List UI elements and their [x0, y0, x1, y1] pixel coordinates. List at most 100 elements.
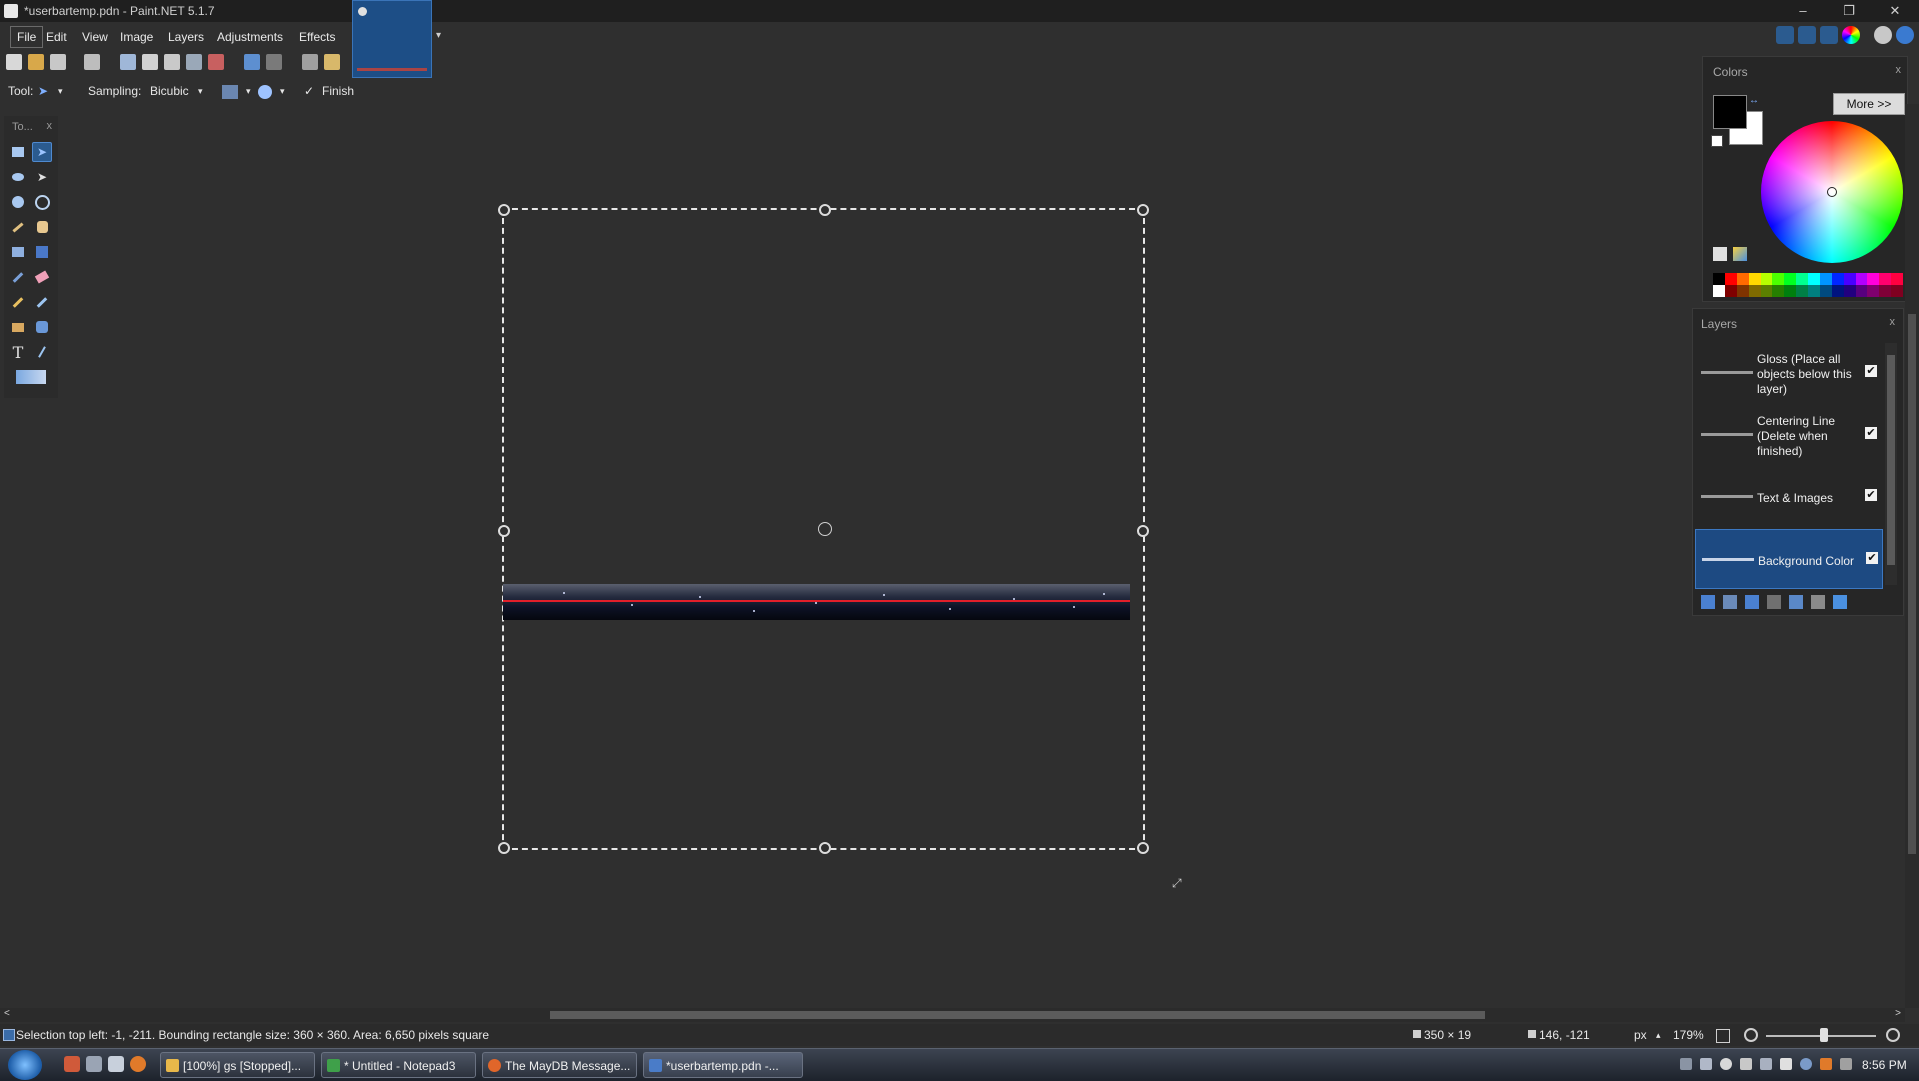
palette-menu-icon[interactable]	[1733, 247, 1747, 261]
palette-swatch[interactable]	[1713, 273, 1725, 285]
taskbar-button-gs[interactable]: [100%] gs [Stopped]...	[160, 1052, 315, 1078]
resize-handle-top-right[interactable]	[1137, 204, 1149, 216]
layer-row-background-color[interactable]: Background Color ✔	[1695, 529, 1883, 589]
minimize-button[interactable]: –	[1780, 0, 1826, 22]
resize-handle-left[interactable]	[498, 525, 510, 537]
ellipse-select-tool[interactable]	[8, 192, 28, 212]
zoom-to-window-icon[interactable]	[1716, 1029, 1730, 1043]
horizontal-scrollbar[interactable]: < >	[0, 1008, 1905, 1022]
shapes-tool[interactable]	[14, 367, 48, 387]
help-icon[interactable]	[1896, 26, 1914, 44]
palette-swatch[interactable]	[1831, 273, 1844, 285]
palette-swatch[interactable]	[1808, 273, 1820, 285]
layer-properties-icon[interactable]	[1833, 595, 1847, 609]
quicklaunch-icon-2[interactable]	[86, 1056, 102, 1072]
resize-handle-bottom[interactable]	[819, 842, 831, 854]
menu-adjustments[interactable]: Adjustments	[215, 26, 285, 48]
tray-icon-8[interactable]	[1820, 1058, 1832, 1070]
units-select[interactable]: px	[1634, 1028, 1647, 1042]
paint-bucket-tool[interactable]	[8, 242, 28, 262]
palette-swatch[interactable]	[1819, 285, 1832, 297]
new-icon[interactable]	[6, 54, 22, 70]
taskbar-button-firefox[interactable]: The MayDB Message...	[482, 1052, 637, 1078]
palette-swatch[interactable]	[1736, 273, 1749, 285]
merge-layer-down-icon[interactable]	[1767, 595, 1781, 609]
menu-view[interactable]: View	[80, 26, 110, 48]
add-to-palette-icon[interactable]	[1713, 247, 1727, 261]
reset-colors-icon[interactable]	[1711, 135, 1723, 147]
palette-swatch[interactable]	[1796, 285, 1808, 297]
start-button[interactable]	[8, 1050, 42, 1080]
layer-row-text-images[interactable]: Text & Images ✔	[1695, 467, 1883, 527]
crop-to-selection-icon[interactable]	[186, 54, 202, 70]
sampling-select[interactable]: Bicubic	[150, 84, 189, 98]
deselect-icon[interactable]	[208, 54, 224, 70]
close-button[interactable]: ✕	[1872, 0, 1918, 22]
layer-visibility-checkbox[interactable]: ✔	[1865, 489, 1877, 501]
palette-swatch[interactable]	[1808, 285, 1820, 297]
palette-swatch[interactable]	[1724, 273, 1737, 285]
move-layer-down-icon[interactable]	[1811, 595, 1825, 609]
menu-edit[interactable]: Edit	[44, 26, 69, 48]
palette-swatch[interactable]	[1867, 285, 1880, 297]
quicklaunch-icon-3[interactable]	[108, 1056, 124, 1072]
palette-swatch[interactable]	[1879, 273, 1892, 285]
zoom-slider-thumb[interactable]	[1820, 1028, 1828, 1042]
palette-swatch[interactable]	[1724, 285, 1737, 297]
zoom-tool[interactable]	[32, 192, 52, 212]
palette-swatch[interactable]	[1831, 285, 1844, 297]
antialiasing-dropdown-icon[interactable]: ▾	[246, 86, 251, 97]
primary-color-swatch[interactable]	[1713, 95, 1747, 129]
menu-image[interactable]: Image	[118, 26, 155, 48]
lasso-select-tool[interactable]	[8, 167, 28, 187]
layer-row-gloss[interactable]: Gloss (Place all objects below this laye…	[1695, 343, 1883, 403]
layer-visibility-checkbox[interactable]: ✔	[1865, 365, 1877, 377]
tray-icon-2[interactable]	[1700, 1058, 1712, 1070]
resize-handle-right[interactable]	[1137, 525, 1149, 537]
tray-icon-1[interactable]	[1680, 1058, 1692, 1070]
undo-icon[interactable]	[244, 54, 260, 70]
image-list-dropdown-icon[interactable]: ▾	[436, 30, 441, 41]
palette-swatch[interactable]	[1748, 273, 1761, 285]
move-selection-tool[interactable]: ➤	[32, 167, 52, 187]
recolor-tool[interactable]	[32, 317, 52, 337]
zoom-in-icon[interactable]	[1886, 1028, 1900, 1042]
copy-icon[interactable]	[142, 54, 158, 70]
palette-swatch[interactable]	[1772, 285, 1785, 297]
line-curve-tool[interactable]	[32, 342, 52, 362]
pan-tool[interactable]	[32, 217, 52, 237]
cut-icon[interactable]	[120, 54, 136, 70]
palette-swatch[interactable]	[1879, 285, 1892, 297]
paste-icon[interactable]	[164, 54, 180, 70]
more-colors-button[interactable]: More >>	[1833, 93, 1905, 115]
palette-swatch[interactable]	[1891, 285, 1903, 297]
open-icon[interactable]	[28, 54, 44, 70]
finish-button[interactable]: Finish	[322, 84, 354, 98]
palette-swatch[interactable]	[1713, 285, 1725, 297]
rectangle-select-tool[interactable]	[8, 142, 28, 162]
horizontal-scrollbar-thumb[interactable]	[550, 1011, 1485, 1019]
save-icon[interactable]	[50, 54, 66, 70]
paintbrush-tool[interactable]	[8, 267, 28, 287]
palette-swatch[interactable]	[1760, 273, 1773, 285]
gradient-tool[interactable]	[32, 242, 52, 262]
palette-swatch[interactable]	[1843, 285, 1856, 297]
palette-swatch[interactable]	[1784, 273, 1797, 285]
layers-scrollbar[interactable]	[1885, 343, 1897, 585]
palette-swatch[interactable]	[1819, 273, 1832, 285]
scroll-right-icon[interactable]: >	[1895, 1008, 1901, 1019]
colors-panel-close[interactable]: x	[1896, 64, 1902, 76]
eraser-tool[interactable]	[32, 267, 52, 287]
finish-check-icon[interactable]: ✓	[304, 84, 314, 98]
units-dropdown-icon[interactable]: ▴	[1656, 1030, 1661, 1041]
tray-icon-6[interactable]	[1780, 1058, 1792, 1070]
magic-wand-tool[interactable]	[8, 217, 28, 237]
pencil-tool[interactable]	[8, 292, 28, 312]
text-tool[interactable]: T	[8, 342, 28, 362]
redo-icon[interactable]	[266, 54, 282, 70]
palette-swatch[interactable]	[1843, 273, 1856, 285]
palette-swatch[interactable]	[1867, 273, 1880, 285]
palette-swatch[interactable]	[1855, 285, 1868, 297]
layer-visibility-checkbox[interactable]: ✔	[1865, 427, 1877, 439]
move-selected-pixels-tool[interactable]: ➤	[32, 142, 52, 162]
